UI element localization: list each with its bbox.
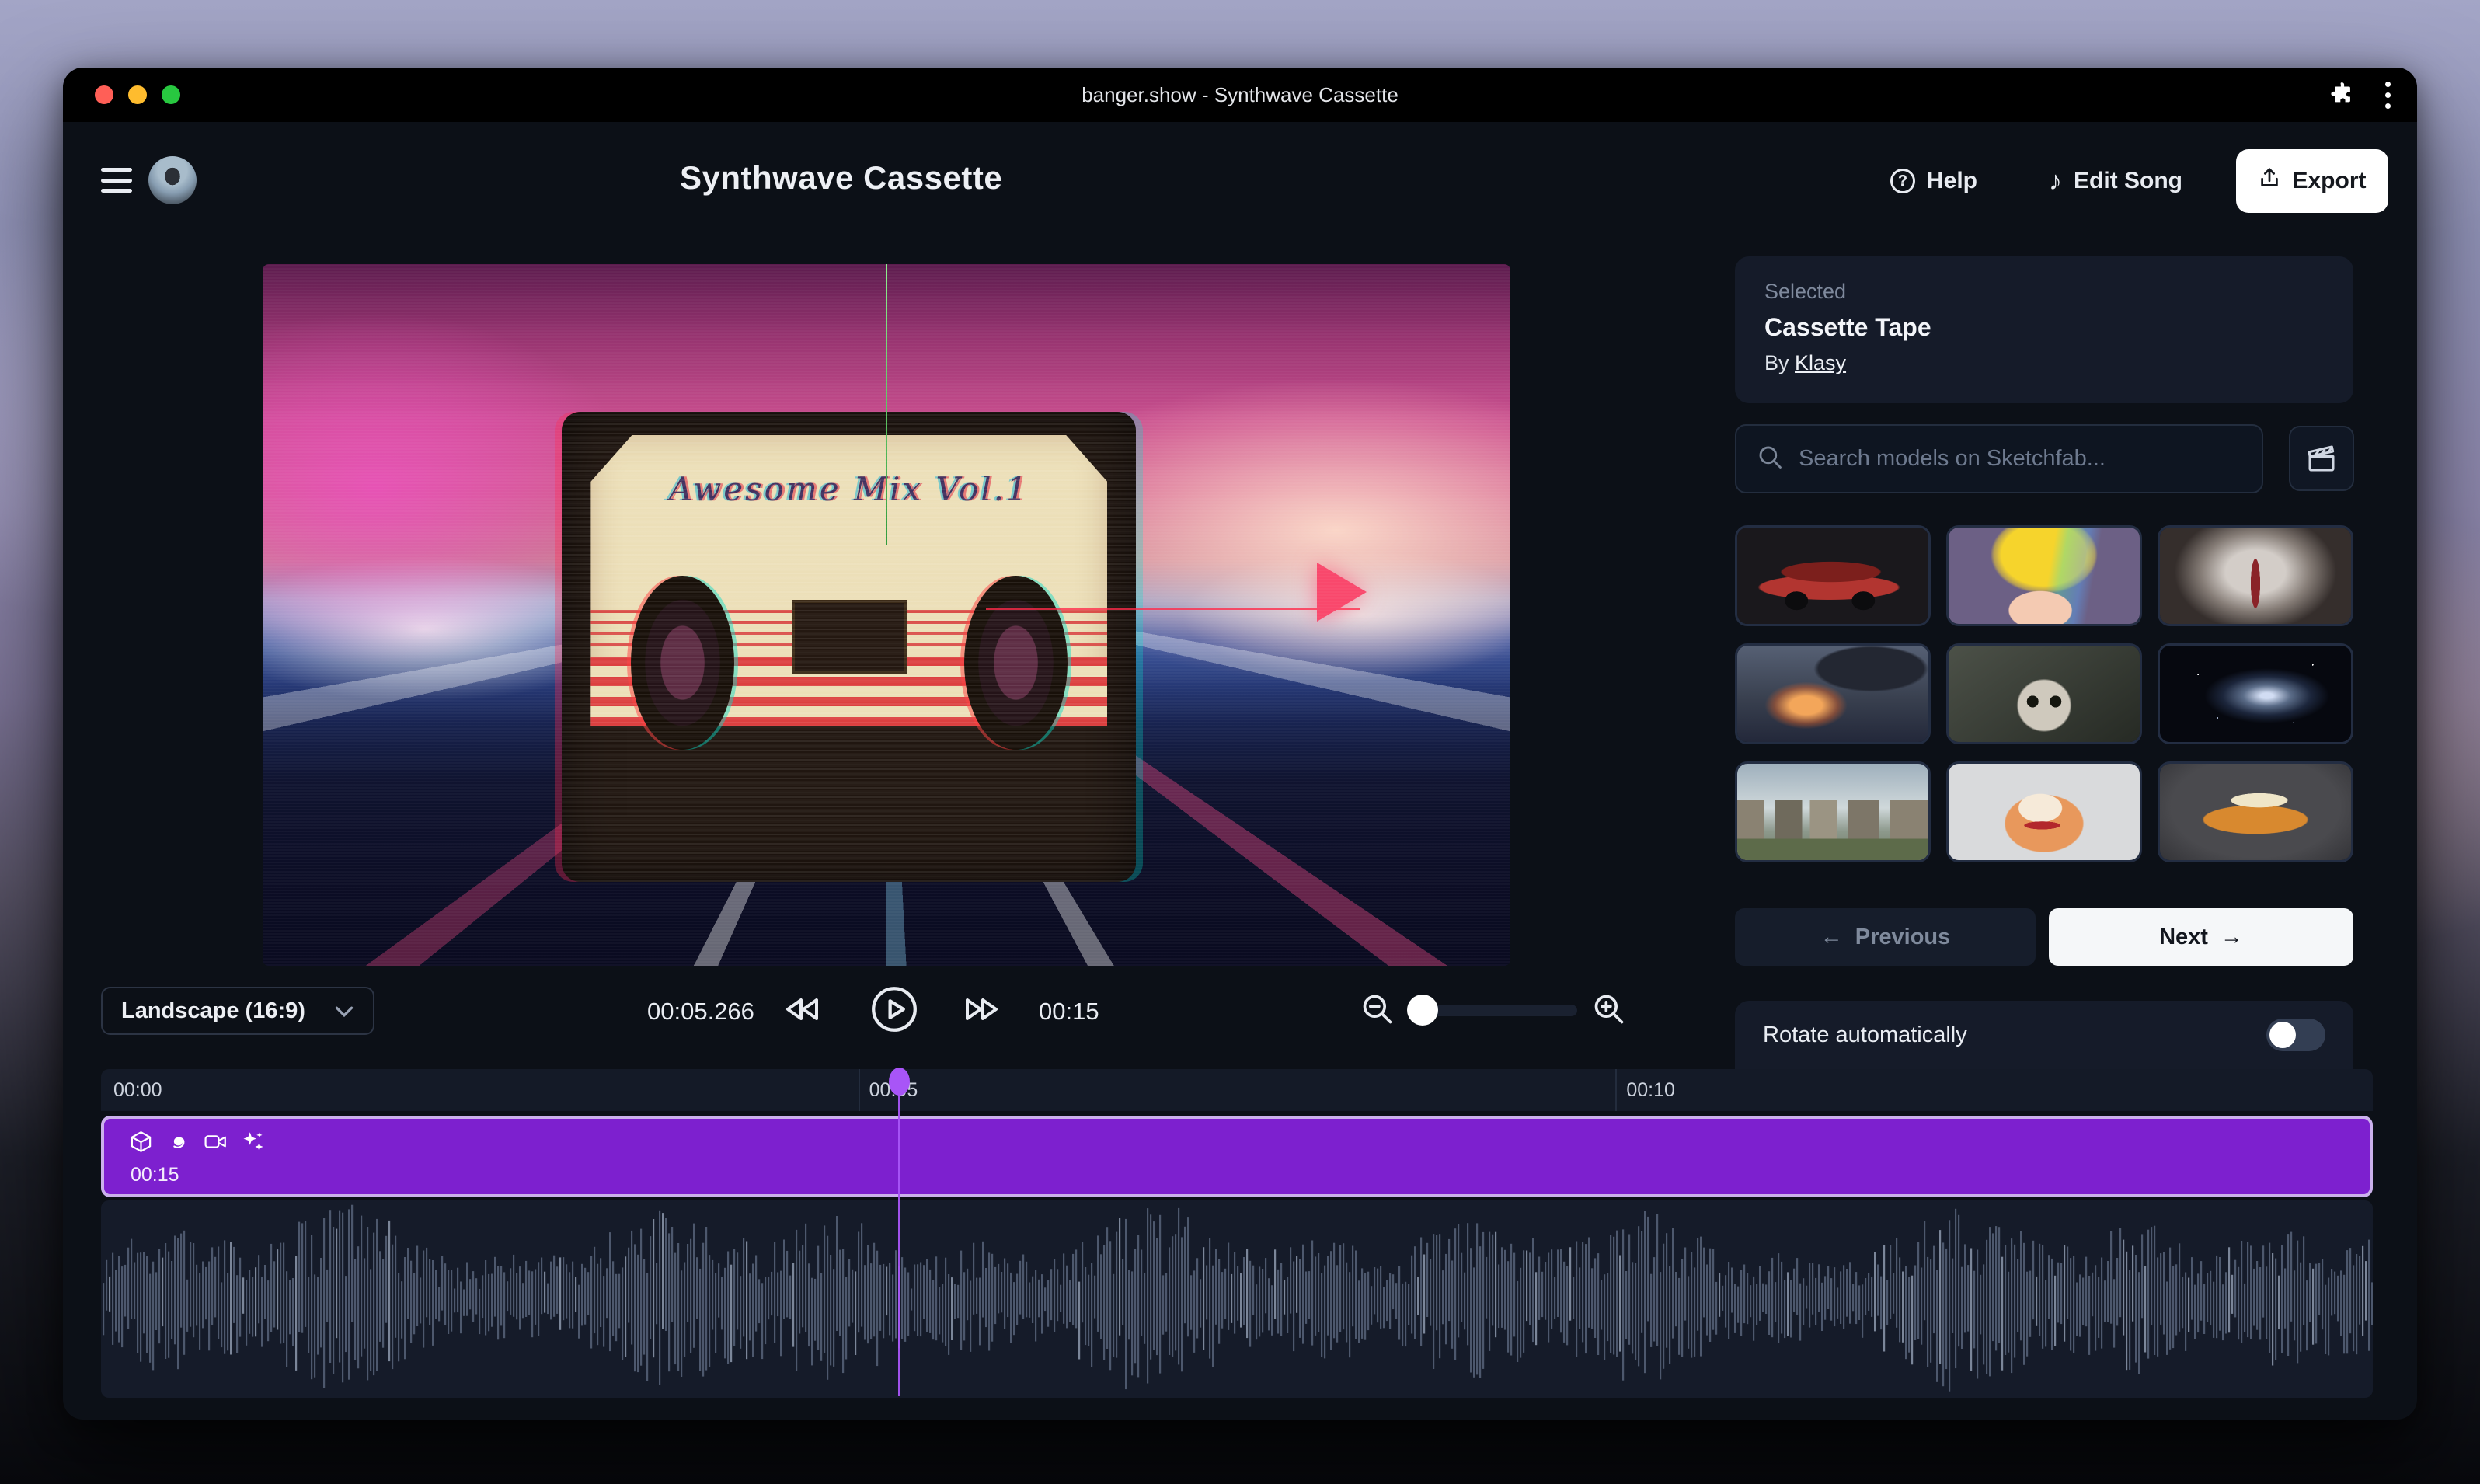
model-thumbnail[interactable] [2158, 525, 2353, 626]
model-thumbnail[interactable] [1946, 525, 2142, 626]
previous-page-button[interactable]: ← Previous [1735, 908, 2036, 966]
zoom-in-icon[interactable] [1592, 992, 1626, 1030]
model-thumbnail[interactable] [1946, 643, 2142, 744]
model-thumbnail[interactable] [2158, 643, 2353, 744]
arrow-left-icon: ← [1820, 925, 1843, 950]
project-title: Synthwave Cassette [680, 159, 1002, 197]
share-export-icon [2258, 166, 2281, 196]
rotate-automatically-label: Rotate automatically [1763, 1022, 1967, 1048]
export-button[interactable]: Export [2236, 149, 2388, 213]
search-input[interactable] [1799, 446, 2241, 472]
sparkles-icon [241, 1130, 265, 1154]
spiral-icon [166, 1130, 190, 1154]
model-grid [1735, 525, 2353, 862]
desktop-wallpaper: banger.show - Synthwave Cassette Synthwa… [0, 0, 2480, 1484]
clip-duration: 00:15 [131, 1164, 179, 1186]
model-search[interactable] [1735, 424, 2263, 493]
model-thumbnail[interactable] [1735, 525, 1931, 626]
play-button[interactable] [871, 986, 918, 1036]
video-preview[interactable]: Awesome Mix Vol.1 [263, 264, 1510, 966]
chevron-down-icon [334, 998, 354, 1024]
next-page-button[interactable]: Next → [2049, 908, 2353, 966]
timeline: 00:00 00:05 00:10 00:15 [101, 1069, 2373, 1399]
user-avatar[interactable] [148, 156, 197, 204]
cube-icon [129, 1130, 153, 1154]
ruler-tick: 00:10 [1626, 1079, 1675, 1102]
rotate-automatically-toggle[interactable] [2266, 1019, 2325, 1051]
fast-forward-button[interactable] [963, 991, 1000, 1032]
aspect-ratio-dropdown[interactable]: Landscape (16:9) [101, 987, 374, 1035]
selected-model-author: By Klasy [1764, 351, 2324, 375]
model-thumbnail[interactable] [2158, 761, 2353, 862]
video-clip[interactable]: 00:15 [101, 1116, 2373, 1197]
ruler-divider [859, 1069, 860, 1111]
window-title: banger.show - Synthwave Cassette [63, 68, 2417, 122]
model-thumbnail[interactable] [1946, 761, 2142, 862]
app-window: banger.show - Synthwave Cassette Synthwa… [63, 68, 2417, 1420]
rewind-button[interactable] [784, 991, 821, 1032]
zoom-out-icon[interactable] [1360, 992, 1395, 1030]
timeline-ruler[interactable]: 00:00 00:05 00:10 [101, 1069, 2373, 1111]
ruler-tick: 00:00 [113, 1079, 162, 1102]
window-titlebar: banger.show - Synthwave Cassette [63, 68, 2417, 122]
edit-song-button[interactable]: ♪ Edit Song [2049, 158, 2182, 204]
arrow-right-icon: → [2221, 925, 2243, 950]
current-time: 00:05.266 [647, 998, 754, 1026]
clapperboard-button[interactable] [2289, 426, 2354, 491]
author-link[interactable]: Klasy [1795, 351, 1846, 374]
music-note-icon: ♪ [2049, 166, 2062, 197]
model-thumbnail[interactable] [1735, 761, 1931, 862]
rotate-automatically-row: Rotate automatically [1735, 1001, 2353, 1069]
total-time: 00:15 [1039, 998, 1099, 1026]
selected-model-name: Cassette Tape [1764, 313, 2324, 342]
search-icon [1757, 444, 1783, 474]
model-thumbnail[interactable] [1735, 643, 1931, 744]
scanline-overlay [263, 264, 1510, 966]
browser-menu-kebab-icon[interactable] [2382, 78, 2394, 112]
playhead-handle[interactable] [889, 1068, 910, 1096]
video-camera-icon [204, 1130, 228, 1154]
selected-eyebrow: Selected [1764, 280, 2324, 304]
clip-icons [129, 1130, 265, 1154]
menu-hamburger-button[interactable] [101, 168, 132, 193]
extensions-puzzle-icon[interactable] [2329, 80, 2356, 110]
audio-waveform[interactable] [101, 1200, 2373, 1398]
ruler-divider [1615, 1069, 1617, 1111]
selected-model-card: Selected Cassette Tape By Klasy [1735, 256, 2353, 403]
help-icon: ? [1890, 169, 1915, 193]
help-button[interactable]: ? Help [1890, 158, 1977, 204]
timeline-zoom-slider-knob[interactable] [1407, 995, 1438, 1026]
